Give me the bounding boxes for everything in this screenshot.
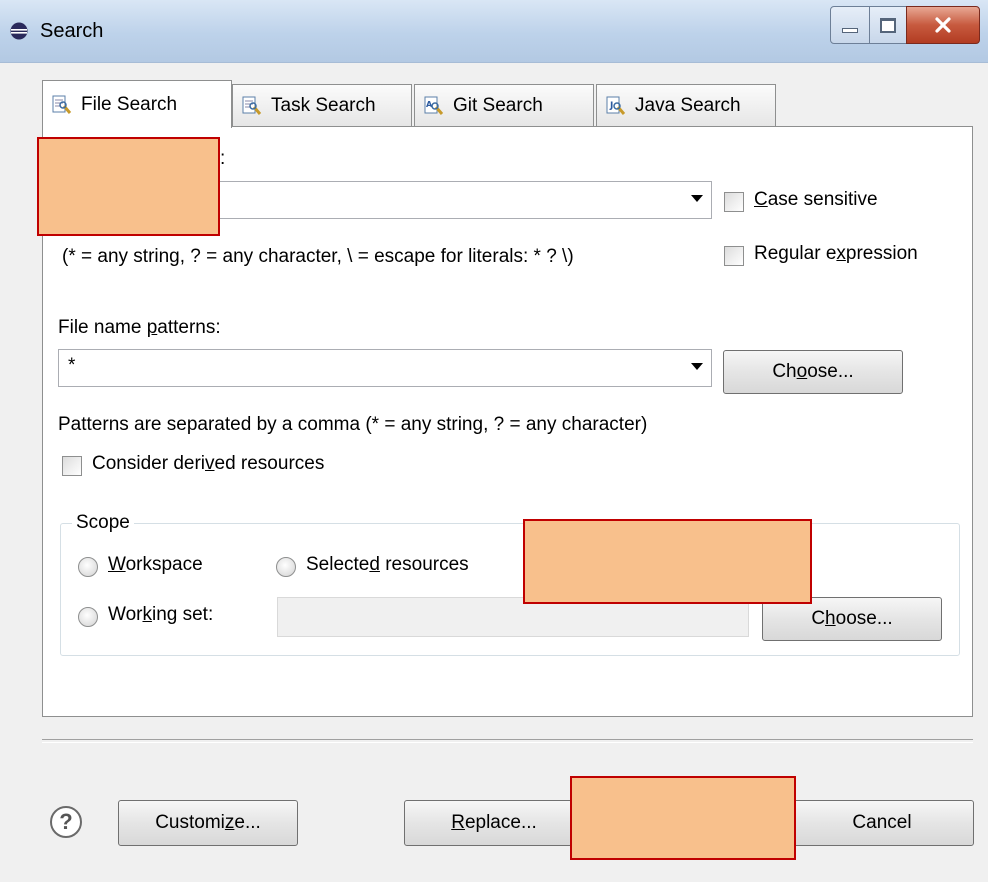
tab-task-search[interactable]: Task Search [232, 84, 412, 126]
redaction-box [523, 519, 812, 604]
choose-file-patterns-button[interactable]: Ch o ose... [723, 350, 903, 394]
separator [42, 739, 973, 743]
help-icon[interactable]: ? [50, 806, 82, 838]
chevron-down-icon[interactable] [691, 363, 703, 370]
cancel-button[interactable]: Cancel [790, 800, 974, 846]
file-name-patterns-label: File name patterns: [58, 317, 221, 338]
containing-text-hint: (* = any string, ? = any character, \ = … [62, 246, 574, 267]
workspace-label: Workspace [108, 554, 203, 575]
minimize-button[interactable] [830, 6, 870, 44]
tab-label: File Search [81, 93, 178, 115]
eclipse-icon [10, 22, 28, 40]
customize-button[interactable]: Customi z e... [118, 800, 298, 846]
redaction-box [37, 137, 220, 236]
case-sensitive-checkbox[interactable] [724, 192, 744, 212]
window-title: Search [40, 20, 104, 42]
derived-resources-label: Consider derived resources [92, 453, 325, 474]
working-set-label: Working set: [108, 604, 214, 625]
case-sensitive-label: Case sensitive [754, 189, 878, 210]
maximize-button[interactable] [869, 6, 907, 44]
maximize-icon [880, 17, 896, 33]
regular-expression-label: Regular expression [754, 243, 918, 264]
file-name-patterns-combo[interactable]: * [58, 349, 712, 387]
workspace-radio[interactable] [78, 557, 98, 577]
tab-java-search[interactable]: J Java Search [596, 84, 776, 126]
chevron-down-icon[interactable] [691, 195, 703, 202]
close-button[interactable] [906, 6, 980, 44]
regular-expression-checkbox[interactable] [724, 246, 744, 266]
tab-label: Task Search [271, 94, 376, 116]
working-set-radio[interactable] [78, 607, 98, 627]
java-search-icon: J [606, 96, 626, 115]
derived-resources-checkbox[interactable] [62, 456, 82, 476]
selected-resources-label: Selected resources [306, 554, 469, 575]
file-name-patterns-value: * [68, 355, 76, 376]
tab-file-search[interactable]: File Search [42, 80, 232, 128]
containing-text-label-suffix: : [220, 148, 226, 169]
git-search-icon: A [424, 96, 444, 115]
redaction-box [570, 776, 796, 860]
replace-button[interactable]: Replace... [404, 800, 584, 846]
tab-label: Java Search [635, 94, 741, 116]
file-search-icon [52, 95, 72, 114]
tab-git-search[interactable]: A Git Search [414, 84, 594, 126]
close-icon [935, 17, 951, 33]
minimize-icon [842, 27, 858, 33]
selected-resources-radio[interactable] [276, 557, 296, 577]
scope-title: Scope [72, 512, 134, 534]
tab-label: Git Search [453, 94, 543, 116]
file-name-patterns-hint: Patterns are separated by a comma (* = a… [58, 414, 648, 435]
task-search-icon [242, 96, 262, 115]
svg-text:J: J [609, 101, 613, 111]
